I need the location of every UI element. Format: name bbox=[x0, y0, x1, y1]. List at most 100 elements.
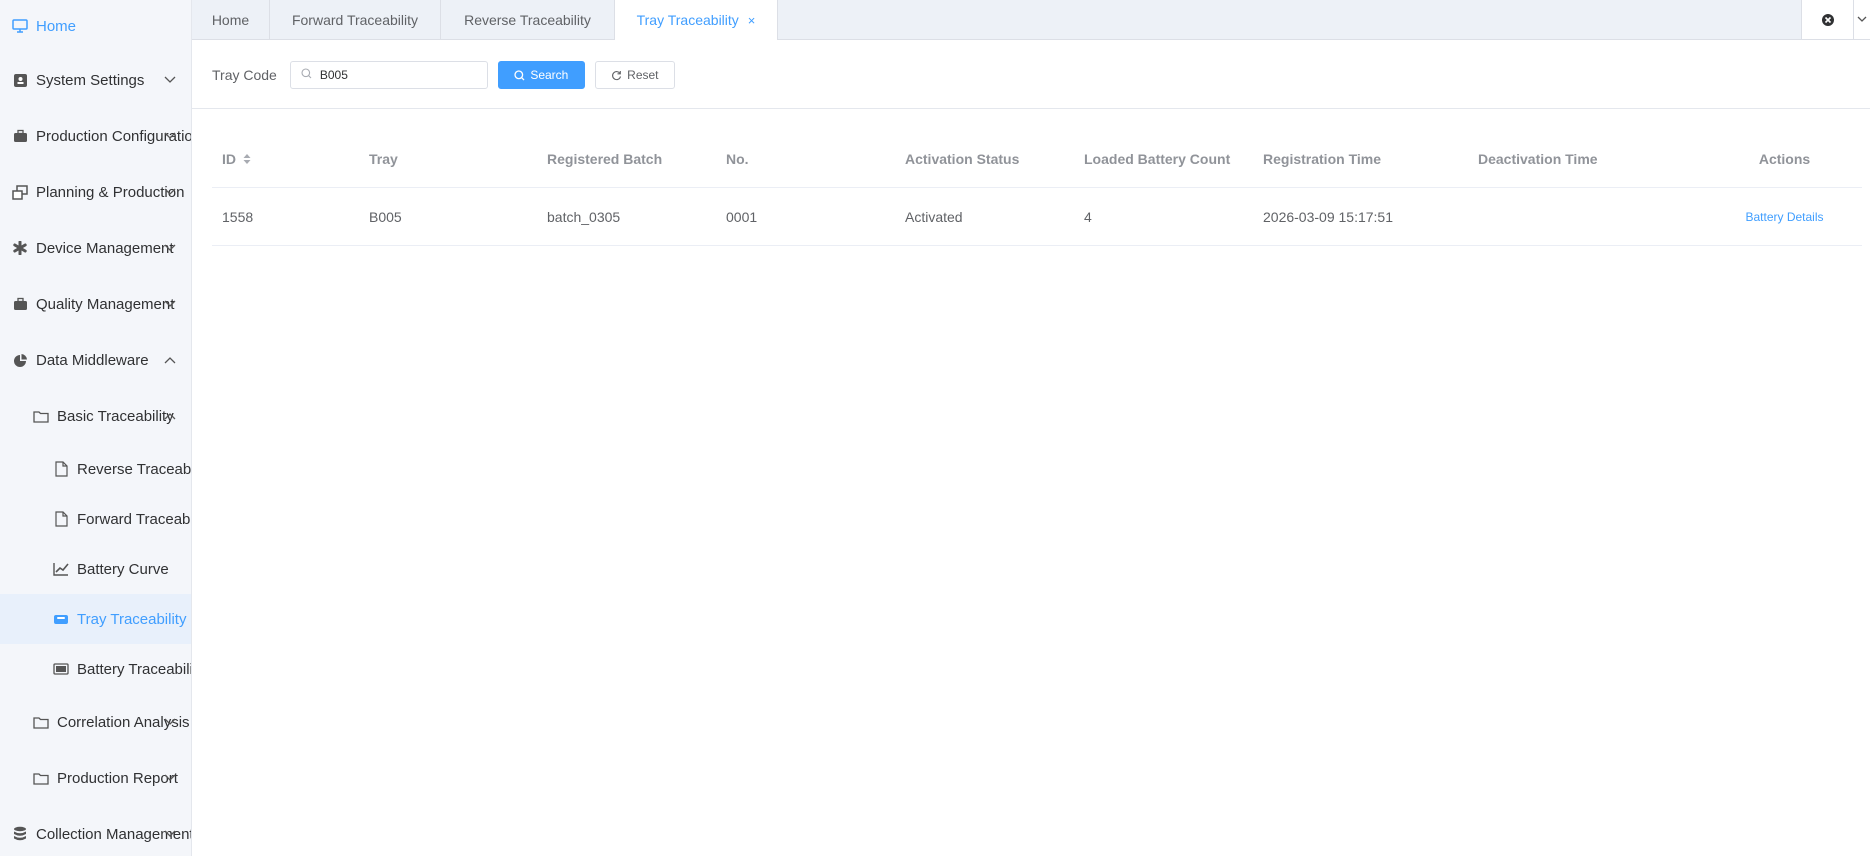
cell-registration-time: 2026-03-09 15:17:51 bbox=[1263, 208, 1393, 225]
column-header-batch: Registered Batch bbox=[547, 150, 663, 167]
document-icon bbox=[53, 511, 69, 527]
chevron-down-icon bbox=[163, 827, 177, 841]
tray-code-field[interactable] bbox=[289, 61, 488, 89]
menu-data-middleware[interactable]: Data Middleware bbox=[0, 332, 191, 388]
folder-icon bbox=[33, 770, 49, 786]
menu-basic-traceability-label: Basic Traceability bbox=[57, 407, 174, 425]
menu-production-report[interactable]: Production Report bbox=[0, 750, 191, 806]
id-card-icon bbox=[12, 72, 28, 88]
menu-data-middleware-label: Data Middleware bbox=[36, 351, 149, 369]
tray-icon bbox=[53, 611, 69, 627]
search-icon bbox=[301, 66, 312, 84]
menu-reverse-traceability[interactable]: Reverse Traceability bbox=[0, 444, 191, 494]
cell-tray: B005 bbox=[369, 208, 402, 225]
document-icon bbox=[53, 461, 69, 477]
cell-status: Activated bbox=[905, 208, 963, 225]
tab-forward-traceability-label: Forward Traceability bbox=[291, 11, 419, 28]
close-all-icon[interactable] bbox=[1802, 0, 1854, 39]
chevron-up-icon bbox=[163, 409, 177, 423]
column-header-count: Loaded Battery Count bbox=[1084, 150, 1231, 167]
menu-basic-traceability[interactable]: Basic Traceability bbox=[0, 388, 191, 444]
menu-tray-traceability-label: Tray Traceability bbox=[77, 610, 187, 628]
tab-forward-traceability[interactable]: Forward Traceability bbox=[270, 0, 441, 39]
chevron-down-icon bbox=[163, 297, 177, 311]
sidebar: Home System Settings Production Configur… bbox=[0, 0, 192, 856]
tab-home[interactable]: Home bbox=[192, 0, 270, 39]
refresh-icon bbox=[612, 70, 622, 80]
chevron-down-icon bbox=[163, 73, 177, 87]
menu-battery-traceability-label: Battery Traceability bbox=[77, 660, 192, 678]
battery-details-link[interactable]: Battery Details bbox=[1745, 210, 1823, 224]
chevron-up-icon bbox=[163, 353, 177, 367]
menu-battery-traceability[interactable]: Battery Traceability bbox=[0, 644, 191, 694]
search-button[interactable]: Search bbox=[497, 61, 585, 89]
search-button-label: Search bbox=[530, 68, 569, 82]
menu-correlation-analysis[interactable]: Correlation Analysis bbox=[0, 694, 191, 750]
tab-controls bbox=[1801, 0, 1870, 39]
tab-bar: Home Forward Traceability Reverse Tracea… bbox=[192, 0, 1870, 40]
reset-button[interactable]: Reset bbox=[594, 61, 675, 89]
menu-home[interactable]: Home bbox=[0, 0, 191, 52]
briefcase-icon bbox=[12, 128, 28, 144]
menu-quality-management-label: Quality Management bbox=[36, 295, 175, 313]
chevron-down-icon bbox=[163, 129, 177, 143]
search-form: Tray Code Search Reset bbox=[212, 60, 675, 90]
close-icon[interactable]: × bbox=[748, 13, 756, 28]
table-header-row: ID Tray Registered Batch No. Activation … bbox=[212, 130, 1862, 188]
cell-no: 0001 bbox=[726, 208, 758, 225]
tray-code-label: Tray Code bbox=[212, 67, 277, 83]
menu-home-label: Home bbox=[36, 17, 77, 35]
asterisk-icon bbox=[12, 240, 28, 256]
menu-production-configuration[interactable]: Production Configuration bbox=[0, 108, 191, 164]
menu-system-settings[interactable]: System Settings bbox=[0, 52, 191, 108]
search-icon bbox=[514, 69, 525, 80]
tab-tray-traceability-label: Tray Traceability bbox=[636, 12, 739, 28]
windows-icon bbox=[12, 184, 28, 200]
menu-device-management-label: Device Management bbox=[36, 239, 174, 257]
cell-count: 4 bbox=[1084, 208, 1092, 225]
tray-table: ID Tray Registered Batch No. Activation … bbox=[212, 130, 1862, 246]
menu-system-settings-label: System Settings bbox=[36, 71, 145, 89]
monitor-icon bbox=[12, 18, 28, 34]
tab-reverse-traceability-label: Reverse Traceability bbox=[464, 11, 591, 28]
chevron-down-icon bbox=[163, 771, 177, 785]
menu-battery-curve[interactable]: Battery Curve bbox=[0, 544, 191, 594]
chevron-down-icon bbox=[163, 185, 177, 199]
menu-reverse-traceability-label: Reverse Traceability bbox=[77, 460, 192, 478]
column-header-no: No. bbox=[726, 150, 749, 167]
chevron-down-icon[interactable] bbox=[1854, 0, 1870, 39]
database-icon bbox=[12, 826, 28, 842]
column-header-registration-time: Registration Time bbox=[1263, 150, 1381, 167]
menu-production-report-label: Production Report bbox=[57, 769, 178, 787]
column-header-actions: Actions bbox=[1758, 150, 1811, 167]
menu-forward-traceability-label: Forward Traceability bbox=[77, 510, 191, 528]
column-header-id-label: ID bbox=[222, 150, 236, 167]
folder-icon bbox=[33, 408, 49, 424]
line-chart-icon bbox=[53, 561, 69, 577]
chevron-down-icon bbox=[163, 715, 177, 729]
menu-device-management[interactable]: Device Management bbox=[0, 220, 191, 276]
pie-chart-icon bbox=[12, 352, 28, 368]
cell-batch: batch_0305 bbox=[547, 208, 621, 225]
menu-battery-curve-label: Battery Curve bbox=[77, 560, 169, 578]
menu-planning-production[interactable]: Planning & Production bbox=[0, 164, 191, 220]
menu-forward-traceability[interactable]: Forward Traceability bbox=[0, 494, 191, 544]
tray-code-input[interactable] bbox=[317, 67, 482, 83]
sort-icon[interactable] bbox=[243, 153, 251, 165]
menu-quality-management[interactable]: Quality Management bbox=[0, 276, 191, 332]
menu-collection-management[interactable]: Collection Management bbox=[0, 806, 191, 856]
tab-reverse-traceability[interactable]: Reverse Traceability bbox=[441, 0, 615, 39]
cell-actions: Battery Details bbox=[1712, 188, 1857, 245]
column-header-id[interactable]: ID bbox=[222, 130, 251, 187]
column-header-deactivation-time: Deactivation Time bbox=[1478, 150, 1598, 167]
column-header-status: Activation Status bbox=[905, 150, 1020, 167]
cell-id: 1558 bbox=[222, 208, 254, 225]
menu-tray-traceability[interactable]: Tray Traceability bbox=[0, 594, 191, 644]
column-header-tray: Tray bbox=[369, 150, 398, 167]
battery-icon bbox=[53, 661, 69, 677]
divider bbox=[192, 108, 1870, 109]
folder-icon bbox=[33, 714, 49, 730]
briefcase-icon bbox=[12, 296, 28, 312]
reset-button-label: Reset bbox=[627, 68, 659, 82]
tab-tray-traceability[interactable]: Tray Traceability × bbox=[614, 0, 778, 40]
